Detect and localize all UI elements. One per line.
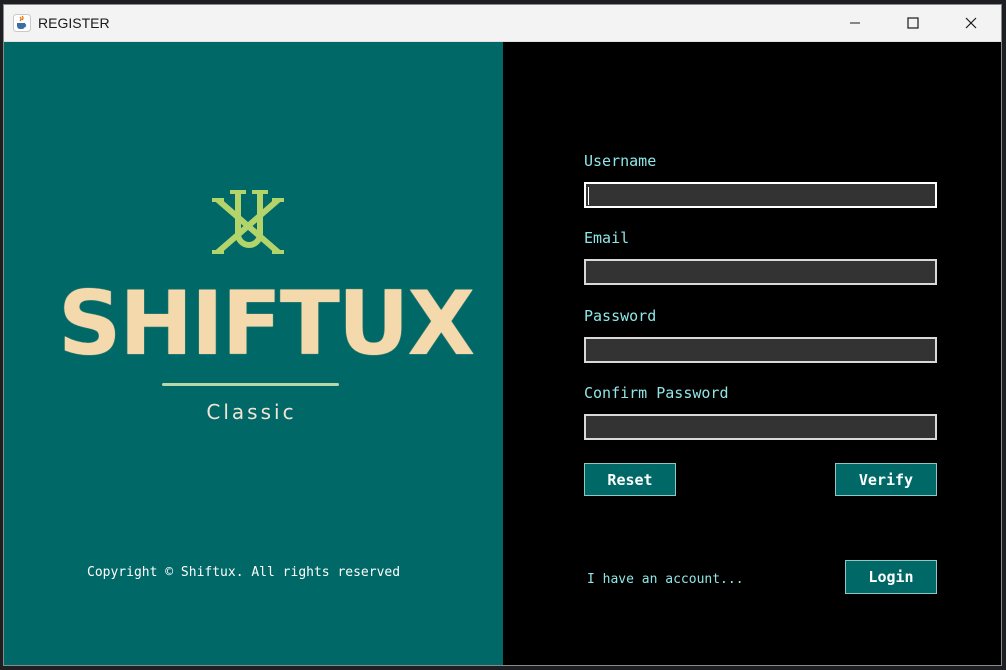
- minimize-icon: [850, 22, 860, 24]
- maximize-icon: [907, 17, 919, 29]
- reset-button[interactable]: Reset: [584, 463, 676, 496]
- email-input[interactable]: [584, 259, 937, 285]
- username-label: Username: [584, 152, 657, 170]
- close-icon: [965, 17, 977, 29]
- title-bar[interactable]: REGISTER: [4, 5, 1001, 42]
- java-cup-icon: [13, 14, 31, 32]
- minimize-button[interactable]: [826, 5, 884, 41]
- register-window: REGISTER SHIFTUX Classic Copyright © Shi…: [3, 4, 1002, 666]
- close-button[interactable]: [942, 5, 1000, 41]
- text-caret: [588, 187, 589, 205]
- brand-panel: SHIFTUX Classic Copyright © Shiftux. All…: [4, 42, 503, 665]
- verify-button[interactable]: Verify: [835, 463, 937, 496]
- brand-divider: [162, 383, 339, 386]
- login-button[interactable]: Login: [845, 560, 937, 594]
- maximize-button[interactable]: [884, 5, 942, 41]
- username-input[interactable]: [584, 182, 937, 208]
- register-form-panel: Username Email Password Confirm Password…: [503, 42, 1001, 665]
- copyright-text: Copyright © Shiftux. All rights reserved: [87, 565, 401, 580]
- window-title: REGISTER: [38, 15, 110, 31]
- brand-name: SHIFTUX: [58, 272, 475, 375]
- confirm-password-label: Confirm Password: [584, 384, 729, 402]
- password-label: Password: [584, 307, 657, 325]
- have-account-link[interactable]: I have an account...: [587, 572, 744, 587]
- shiftux-monogram-logo: [212, 190, 284, 255]
- password-input[interactable]: [584, 337, 937, 363]
- confirm-password-input[interactable]: [584, 414, 937, 440]
- email-label: Email: [584, 229, 630, 247]
- brand-tagline: Classic: [206, 400, 297, 424]
